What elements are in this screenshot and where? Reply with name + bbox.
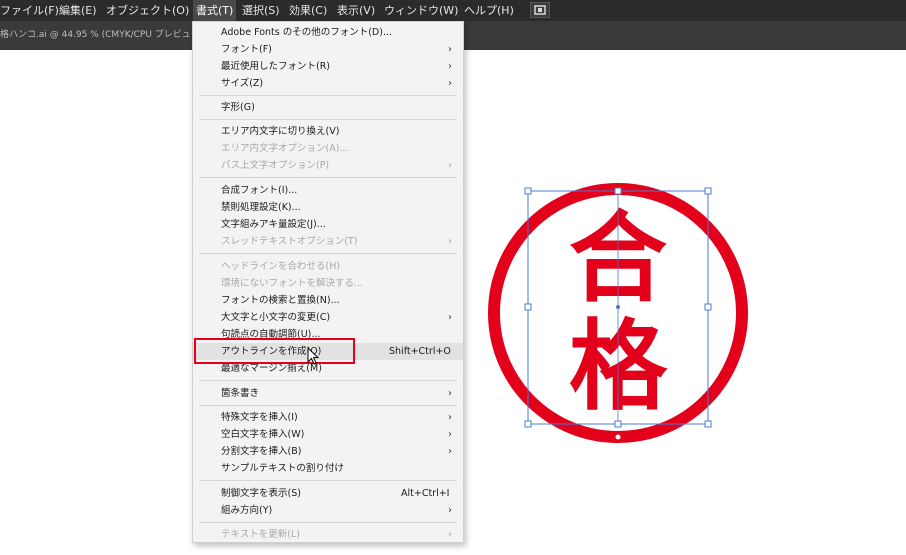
submenu-arrow-icon: ›	[448, 505, 452, 516]
menu-separator	[199, 405, 457, 406]
menu-separator	[199, 177, 457, 178]
menu-item-show-hidden-chars[interactable]: 制御文字を表示(S) Alt+Ctrl+I	[193, 485, 463, 502]
menu-separator	[199, 522, 457, 523]
menu-item-composite-fonts[interactable]: 合成フォント(I)...	[193, 182, 463, 199]
menu-item-type-orientation[interactable]: 組み方向(Y) ›	[193, 502, 463, 519]
menu-item-area-type-options: エリア内文字オプション(A)...	[221, 143, 349, 154]
submenu-arrow-icon: ›	[448, 236, 452, 247]
selection-bounding-box[interactable]	[524, 187, 712, 441]
menu-separator	[199, 95, 457, 96]
menu-type[interactable]: 書式(T)	[193, 0, 237, 21]
shortcut-label: Shift+Ctrl+O	[389, 346, 451, 357]
menu-item-type-on-path-options: パス上文字オプション(P) ›	[193, 157, 463, 174]
menu-item-size[interactable]: サイズ(Z) ›	[193, 75, 463, 92]
menu-separator	[199, 380, 457, 381]
menu-help[interactable]: ヘルプ(H)	[464, 0, 514, 21]
menu-item-recent-fonts[interactable]: 最近使用したフォント(R) ›	[193, 58, 463, 75]
menu-item-resolve-missing-fonts: 環境にないフォントを解決する...	[221, 278, 364, 289]
menu-window[interactable]: ウィンドウ(W)	[384, 0, 458, 21]
submenu-arrow-icon: ›	[448, 446, 452, 457]
menu-file[interactable]: ファイル(F)	[0, 0, 59, 21]
menu-item-change-case[interactable]: 大文字と小文字の変更(C) ›	[193, 309, 463, 326]
menu-item-find-replace-font[interactable]: フォントの検索と置換(N)...	[193, 292, 463, 309]
menu-view[interactable]: 表示(V)	[337, 0, 375, 21]
menu-separator	[199, 480, 457, 481]
menu-effect[interactable]: 効果(C)	[289, 0, 327, 21]
shortcut-label: Alt+Ctrl+I	[401, 488, 450, 499]
menu-item-font[interactable]: フォント(F) ›	[193, 41, 463, 58]
submenu-arrow-icon: ›	[448, 412, 452, 423]
menu-item-update-legacy-text: テキストを更新(L) ›	[193, 526, 463, 543]
menu-item-fit-headline: ヘッドラインを合わせる(H)	[221, 261, 341, 272]
menu-item-mojikumi-settings[interactable]: 文字組みアキ量設定(J)...	[193, 216, 463, 233]
type-menu-dropdown: Adobe Fonts のその他のフォント(D)... フォント(F) › 最近使…	[192, 21, 464, 543]
menu-item-convert-area-type[interactable]: エリア内文字に切り換え(V)	[193, 123, 463, 140]
submenu-arrow-icon: ›	[448, 61, 452, 72]
menu-edit[interactable]: 編集(E)	[59, 0, 97, 21]
menu-select[interactable]: 選択(S)	[242, 0, 280, 21]
mouse-pointer-icon	[307, 347, 320, 365]
menu-item-bullets[interactable]: 箇条書き ›	[193, 385, 463, 402]
menu-separator	[199, 119, 457, 120]
submenu-arrow-icon: ›	[448, 160, 452, 171]
menu-object[interactable]: オブジェクト(O)	[106, 0, 189, 21]
submenu-arrow-icon: ›	[448, 44, 452, 55]
menu-item-glyphs[interactable]: 字形(G)	[193, 99, 463, 116]
menu-separator	[199, 253, 457, 254]
menu-item-adobe-fonts[interactable]: Adobe Fonts のその他のフォント(D)...	[193, 24, 463, 41]
submenu-arrow-icon: ›	[448, 529, 452, 540]
menu-item-insert-whitespace[interactable]: 空白文字を挿入(W) ›	[193, 426, 463, 443]
highlight-annotation-box	[194, 338, 355, 364]
menu-item-fill-placeholder[interactable]: サンプルテキストの割り付け	[193, 460, 463, 477]
stamp-char-2: 格	[569, 309, 668, 424]
menu-item-insert-break[interactable]: 分割文字を挿入(B) ›	[193, 443, 463, 460]
menu-bar: ファイル(F) 編集(E) オブジェクト(O) 書式(T) 選択(S) 効果(C…	[0, 0, 906, 21]
menu-item-insert-special-char[interactable]: 特殊文字を挿入(I) ›	[193, 409, 463, 426]
stamp-artwork[interactable]: 合 格	[486, 180, 751, 445]
submenu-arrow-icon: ›	[448, 388, 452, 399]
submenu-arrow-icon: ›	[448, 78, 452, 89]
submenu-arrow-icon: ›	[448, 312, 452, 323]
workspace-switcher-icon[interactable]	[530, 2, 550, 18]
menu-item-kinsoku-settings[interactable]: 禁則処理設定(K)...	[193, 199, 463, 216]
document-tab[interactable]: 格ハンコ.ai @ 44.95 % (CMYK/CPU プレビュー)	[0, 21, 203, 50]
submenu-arrow-icon: ›	[448, 429, 452, 440]
menu-item-threaded-text-options: スレッドテキストオプション(T) ›	[193, 233, 463, 250]
